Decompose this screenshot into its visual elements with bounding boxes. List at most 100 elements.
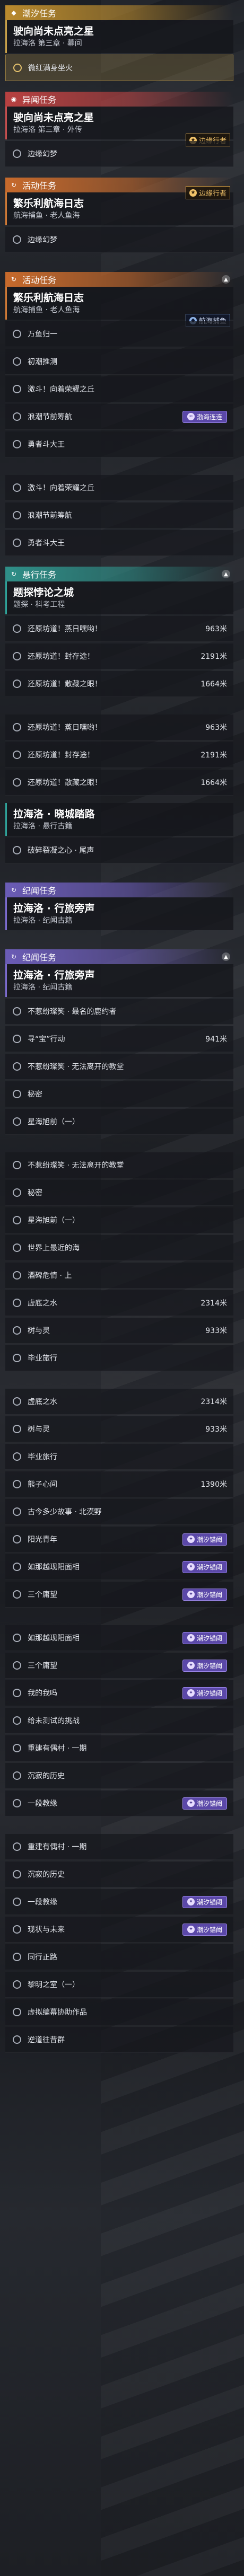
- quest-step[interactable]: 星海旭前（一）: [5, 1109, 233, 1135]
- step-label: 熊子心间: [28, 1480, 57, 1489]
- quest-card[interactable]: 繁乐利航海日志 航海捕鱼 · 老人鱼海 ★ 边缘行者: [5, 186, 233, 225]
- quest-step[interactable]: 寻“宝”行动 941米: [5, 1026, 233, 1052]
- step-label: 破碎裂凝之心 · 尾声: [28, 846, 94, 855]
- quest-step[interactable]: 秘密: [5, 1180, 233, 1206]
- quest-step[interactable]: 重建有偶村 · 一期: [5, 1834, 233, 1860]
- quest-step[interactable]: 勇者斗大王: [5, 431, 233, 457]
- quest-step[interactable]: 秘密: [5, 1081, 233, 1107]
- quest-step[interactable]: 三个庸望 ✦ 潮汐锚阈: [5, 1653, 233, 1679]
- step-circle-icon: [13, 1771, 21, 1780]
- quest-step[interactable]: 虚底之水 2314米: [5, 1389, 233, 1415]
- quest-card[interactable]: 驶向尚未点亮之星 拉海洛 第三章 · 外传 ★边缘行者: [5, 107, 233, 147]
- quest-tag: ✦ 潮汐锚阈: [182, 1659, 227, 1672]
- quest-step[interactable]: 不惹纷璨笑 · 最名的鹿约者: [5, 999, 233, 1025]
- step-circle-icon: [13, 1661, 21, 1670]
- quest-step[interactable]: 一段教缘 ✦ 潮汐锚阈: [5, 1790, 233, 1816]
- quest-step[interactable]: 还原坊道！散藏之眼！ 1664米: [5, 671, 233, 697]
- quest-step[interactable]: 虚拟编幕协助作品: [5, 1999, 233, 2025]
- quest-step[interactable]: 还原坊道！封存途！ 2191米: [5, 742, 233, 768]
- quest-step[interactable]: 逆道往昔群: [5, 2027, 233, 2053]
- quest-step[interactable]: 古今多少故事 · 北漠野: [5, 1499, 233, 1525]
- quest-step[interactable]: 星海旭前（一）: [5, 1207, 233, 1233]
- step-label: 还原坊道！蒸日嘿哟！: [28, 724, 102, 732]
- quest-step[interactable]: 边缘幻梦: [5, 227, 233, 253]
- section-header-commission[interactable]: ↻ 悬行任务 ▲: [5, 567, 233, 581]
- quest-step[interactable]: 沉寂的历史: [5, 1763, 233, 1789]
- quest-list[interactable]: ◆ 潮汐任务 驶向尚未点亮之星 拉海洛 第三章 · 幕间 微红满身坐火 ◉ 异闻…: [0, 0, 233, 2053]
- quest-step[interactable]: 浪潮节前筹航 ≈ 渤海连连: [5, 404, 233, 430]
- quest-tag: ≈ 渤海连连: [182, 410, 227, 423]
- quest-step[interactable]: 我的我吗 ✦ 潮汐锚阈: [5, 1680, 233, 1706]
- quest-subtitle: 拉海洛 · 纪闻古籍: [13, 983, 73, 992]
- step-label: 万鱼归一: [28, 330, 57, 339]
- section-header-chronicle[interactable]: ↻ 纪闻任务: [5, 883, 233, 897]
- step-label: 激斗！向着荣耀之丘: [28, 385, 94, 394]
- chronicle-quest-icon: ↻: [11, 886, 17, 894]
- quest-step[interactable]: 不惹纷璨笑 · 无法离开的教堂: [5, 1152, 233, 1178]
- quest-step[interactable]: 黎明之室（一）: [5, 1972, 233, 1998]
- step-label: 微红满身坐火: [28, 64, 73, 73]
- step-circle-icon: [13, 1563, 21, 1571]
- quest-step[interactable]: 世界上最近的海: [5, 1235, 233, 1261]
- quest-step[interactable]: 微红满身坐火: [5, 55, 233, 81]
- distance: 933米: [205, 1327, 227, 1335]
- quest-step[interactable]: 激斗！向着荣耀之丘: [5, 376, 233, 402]
- section-header-rumor[interactable]: ◉ 异闻任务: [5, 92, 233, 107]
- quest-card[interactable]: 拉海洛 · 行旅旁声 拉海洛 · 纪闻古籍: [5, 897, 233, 930]
- distance: 1664米: [201, 779, 227, 787]
- section-header-chronicle[interactable]: ↻ 纪闻任务 ▲: [5, 949, 233, 964]
- quest-step[interactable]: 三个庸望 ✦ 潮汐锚阈: [5, 1582, 233, 1608]
- quest-step[interactable]: 浪潮节前筹航: [5, 502, 233, 528]
- quest-card[interactable]: 拉海洛 · 晓城踏路 拉海洛 · 悬行古籍: [5, 803, 233, 836]
- quest-step[interactable]: 虚底之水 2314米: [5, 1290, 233, 1316]
- quest-step[interactable]: 沉寂的历史: [5, 1862, 233, 1887]
- quest-step[interactable]: 勇者斗大王: [5, 530, 233, 556]
- quest-tag: ✦ 潮汐锚阈: [182, 1895, 227, 1908]
- step-circle-icon: [13, 1953, 21, 1961]
- step-circle-icon: [13, 330, 21, 338]
- quest-step[interactable]: 重建有偶村 · 一期: [5, 1735, 233, 1761]
- quest-step[interactable]: 还原坊道！蒸日嘿哟！ 963米: [5, 714, 233, 740]
- collapse-icon[interactable]: ▲: [222, 275, 230, 284]
- quest-step[interactable]: 边缘幻梦: [5, 141, 233, 167]
- quest-title: 题探悖论之城: [13, 587, 74, 598]
- step-circle-icon: [13, 846, 21, 854]
- quest-step[interactable]: 一段教缘 ✦ 潮汐锚阈: [5, 1889, 233, 1915]
- section-header-tide[interactable]: ◆ 潮汐任务: [5, 5, 233, 20]
- quest-step[interactable]: 酒碑危情 · 上: [5, 1263, 233, 1289]
- quest-step[interactable]: 毕业旅行: [5, 1444, 233, 1470]
- quest-step[interactable]: 如那越现阳面相 ✦ 潮汐锚阈: [5, 1625, 233, 1651]
- quest-card[interactable]: 拉海洛 · 行旅旁声 拉海洛 · 纪闻古籍: [5, 964, 233, 997]
- quest-title: 繁乐利航海日志: [13, 292, 84, 304]
- quest-step[interactable]: 激斗！向着荣耀之丘: [5, 475, 233, 501]
- section-header-event[interactable]: ↻ 活动任务 ▲: [5, 272, 233, 287]
- quest-step[interactable]: 如那越现阳面相 ✦ 潮汐锚阈: [5, 1554, 233, 1580]
- quest-step[interactable]: 还原坊道！散藏之眼！ 1664米: [5, 770, 233, 796]
- step-label: 勇者斗大王: [28, 440, 65, 449]
- step-label: 黎明之室（一）: [28, 1981, 80, 1989]
- distance: 1664米: [201, 680, 227, 689]
- quest-step[interactable]: 树与灵 933米: [5, 1416, 233, 1442]
- quest-step[interactable]: 不惹纷璨笑 · 无法离开的教堂: [5, 1054, 233, 1080]
- quest-step[interactable]: 初潮推测: [5, 349, 233, 375]
- collapse-icon[interactable]: ▲: [222, 952, 230, 961]
- quest-step[interactable]: 给未测试的挑战: [5, 1708, 233, 1734]
- quest-step[interactable]: 破碎裂凝之心 · 尾声: [5, 837, 233, 863]
- quest-step[interactable]: 阳光青年 ✦ 潮汐锚阈: [5, 1527, 233, 1552]
- quest-card[interactable]: 繁乐利航海日志 航海捕鱼 · 老人鱼海 ◆航海捕鱼: [5, 287, 233, 327]
- quest-step[interactable]: 树与灵 933米: [5, 1318, 233, 1344]
- step-circle-icon: [13, 511, 21, 519]
- step-circle-icon: [13, 723, 21, 731]
- collapse-icon[interactable]: ▲: [222, 570, 230, 578]
- step-label: 还原坊道！封存途！: [28, 652, 94, 661]
- quest-step[interactable]: 熊子心间 1390米: [5, 1471, 233, 1497]
- quest-step[interactable]: 还原坊道！封存途！ 2191米: [5, 643, 233, 669]
- quest-step[interactable]: 同行正路: [5, 1944, 233, 1970]
- quest-step[interactable]: 毕业旅行: [5, 1345, 233, 1371]
- quest-step[interactable]: 还原坊道！蒸日嘿哟！ 963米: [5, 616, 233, 642]
- quest-step[interactable]: 万鱼归一: [5, 321, 233, 347]
- quest-card[interactable]: 题探悖论之城 题探 · 科考工程: [5, 581, 233, 614]
- quest-card[interactable]: 驶向尚未点亮之星 拉海洛 第三章 · 幕间: [5, 20, 233, 53]
- quest-step[interactable]: 现状与未来 ✦ 潮汐锚阈: [5, 1917, 233, 1943]
- tide-anchor-icon: ✦: [187, 1898, 195, 1905]
